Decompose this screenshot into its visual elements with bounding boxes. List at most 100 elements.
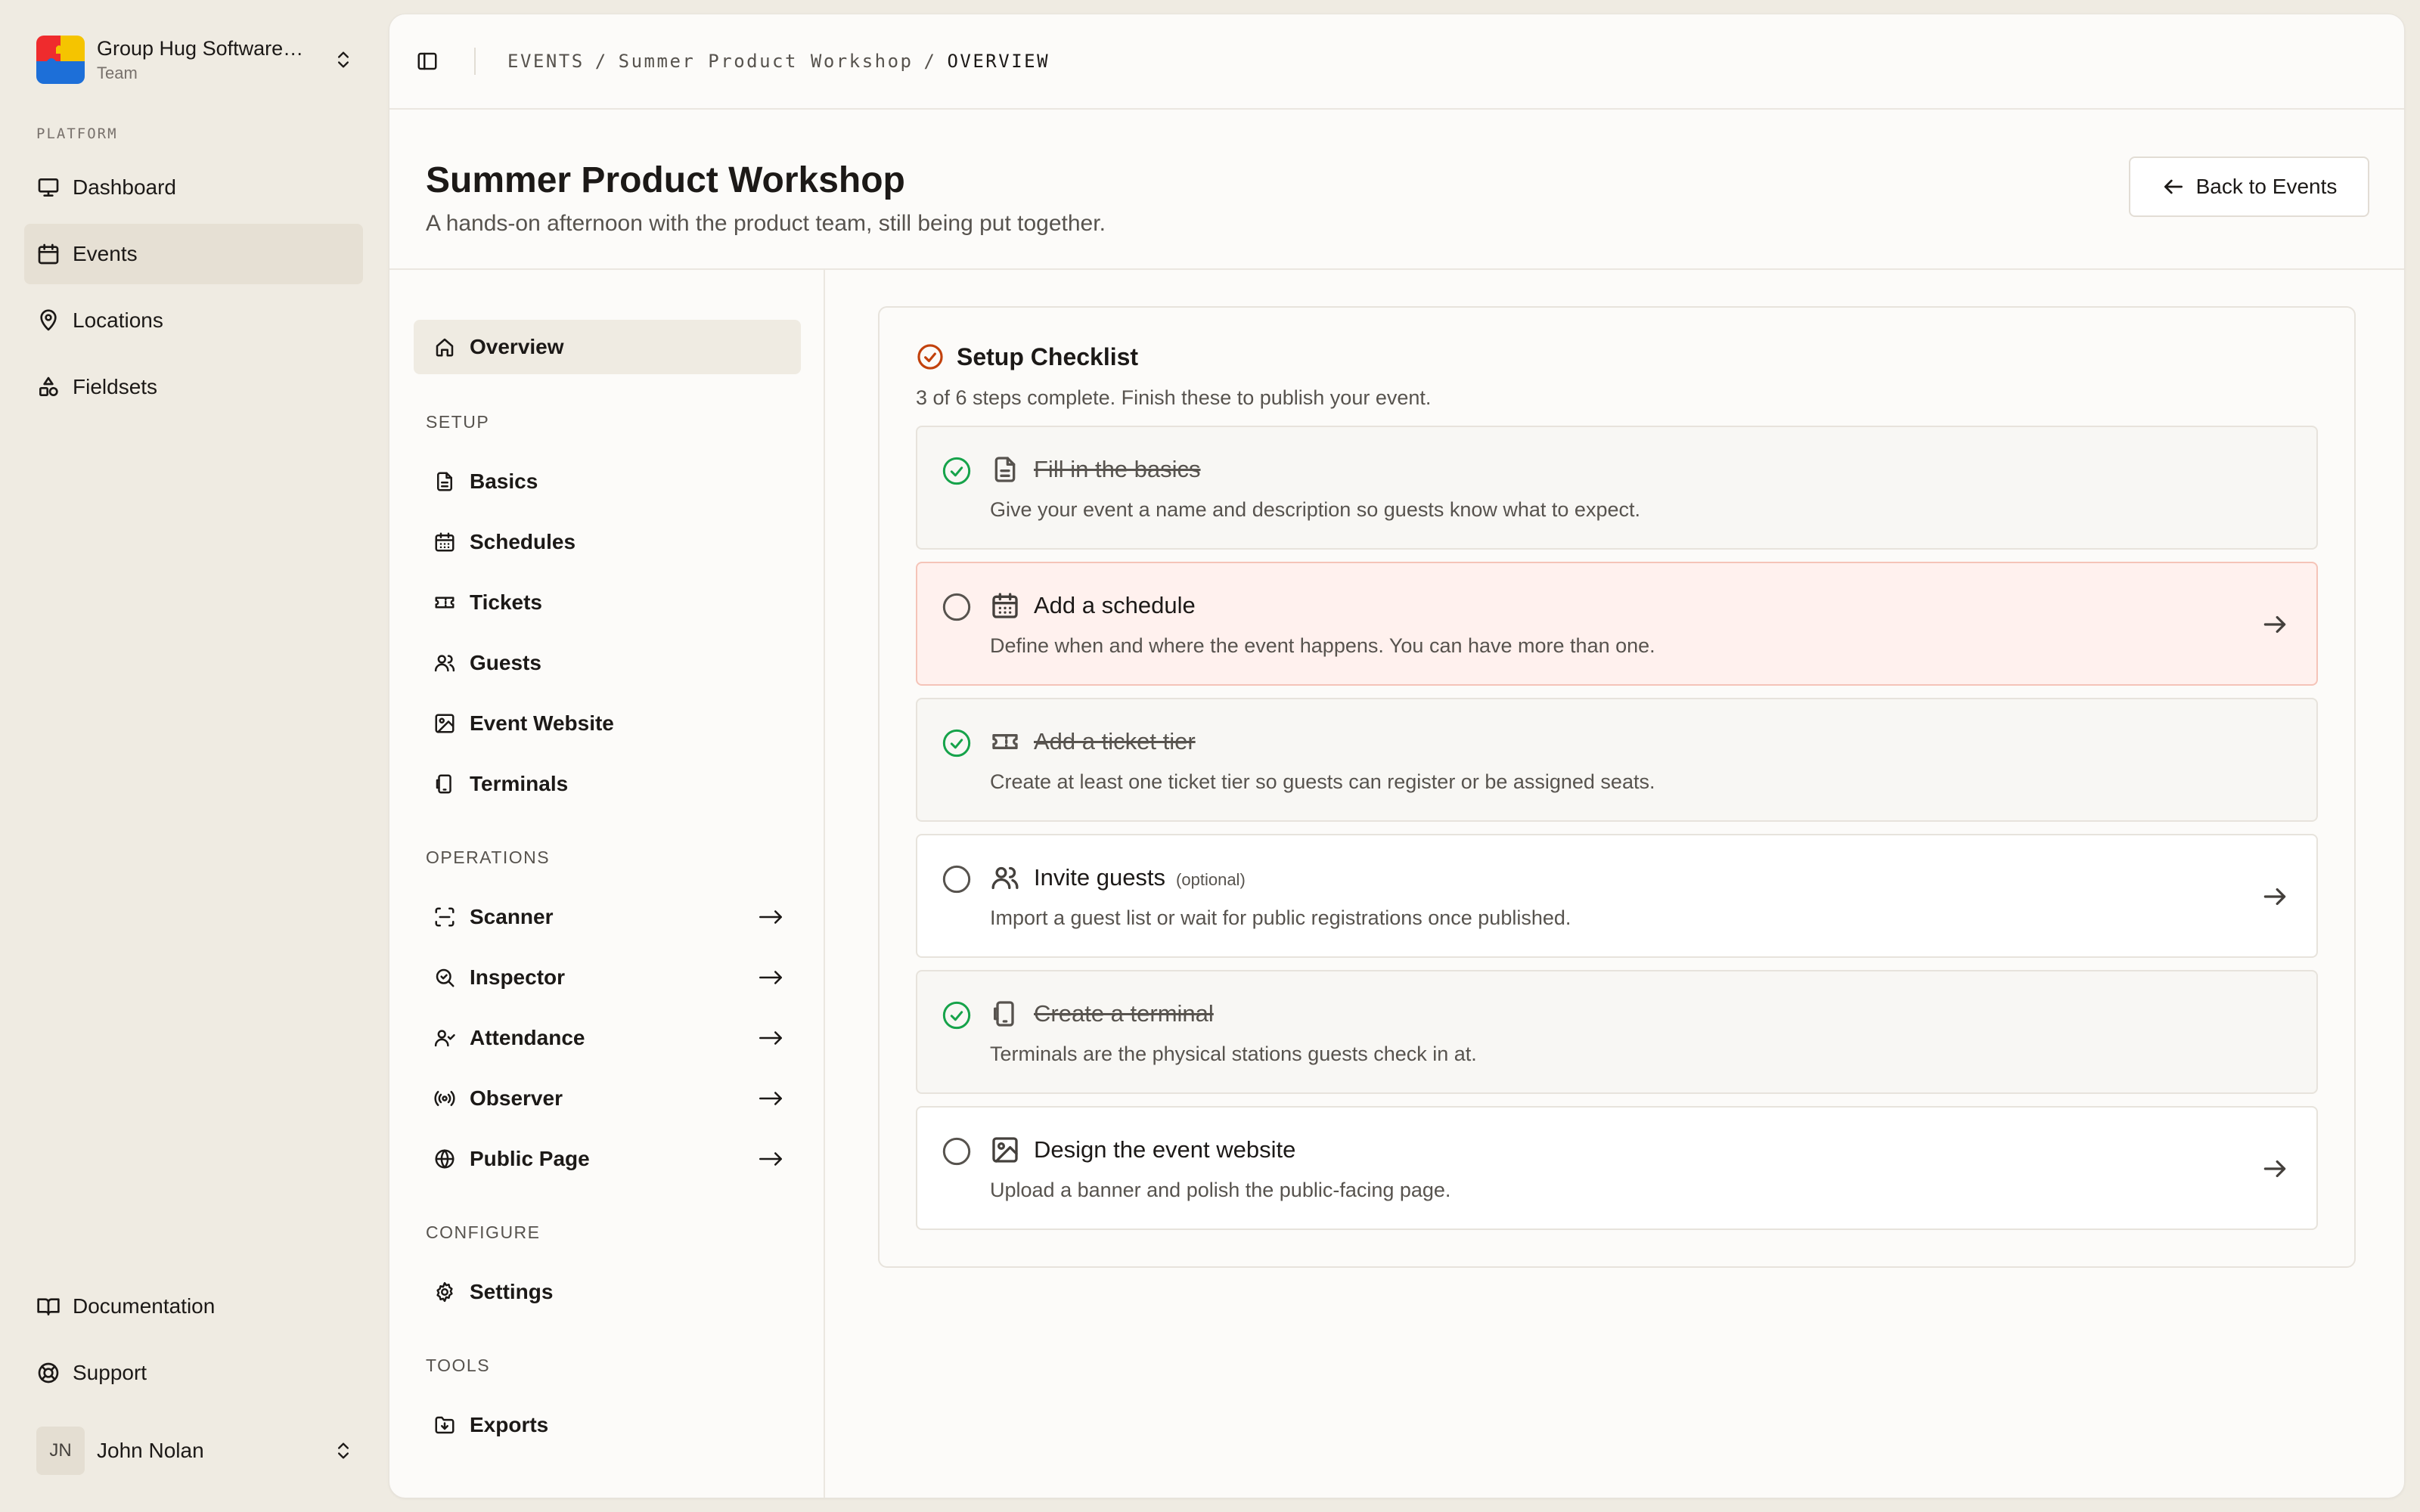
checklist-step-terminal[interactable]: Create a terminal Terminals are the phys…: [916, 970, 2318, 1094]
checklist-step-invite-guests[interactable]: Invite guests (optional) Import a guest l…: [916, 834, 2318, 958]
nav-locations-label: Locations: [73, 308, 163, 332]
step-description: Import a guest list or wait for public r…: [990, 906, 1571, 929]
nav-fieldsets[interactable]: Fieldsets: [24, 357, 363, 417]
image-icon: [992, 1137, 1018, 1163]
checklist-step-basics[interactable]: Fill in the basics Give your event a nam…: [916, 426, 2318, 550]
subnav-observer-label: Observer: [470, 1086, 563, 1110]
subnav-group-configure: CONFIGURE: [426, 1222, 541, 1242]
subnav-terminals-label: Terminals: [470, 772, 569, 795]
nav-events[interactable]: Events: [24, 224, 363, 284]
subnav-tickets[interactable]: Tickets: [414, 575, 801, 630]
subnav-schedules[interactable]: Schedules: [414, 515, 801, 569]
nav-support[interactable]: Support: [24, 1343, 363, 1403]
search-check-icon: [436, 968, 455, 987]
step-title-text: Design the event website: [1034, 1136, 1296, 1163]
subnav-overview-label: Overview: [470, 335, 564, 358]
user-menu[interactable]: JN John Nolan: [36, 1426, 354, 1476]
book-icon: [37, 1298, 60, 1315]
terminal-device-icon: [436, 774, 451, 794]
team-switcher[interactable]: Group Hug Software… Team: [36, 35, 354, 85]
back-to-events-button[interactable]: Back to Events: [2129, 156, 2369, 217]
subnav-event-website-label: Event Website: [470, 711, 614, 735]
subnav-basics[interactable]: Basics: [414, 454, 801, 509]
subnav-overview[interactable]: Overview: [414, 320, 801, 374]
user-name: John Nolan: [97, 1439, 204, 1462]
subnav-observer[interactable]: Observer: [414, 1071, 801, 1126]
globe-icon: [435, 1149, 455, 1169]
main-panel: EVENTS / Summer Product Workshop / OVERV…: [389, 14, 2405, 1498]
arrow-right-icon: [759, 1152, 782, 1166]
users-icon: [434, 655, 455, 672]
step-title: Add a schedule: [1034, 592, 1196, 619]
step-description: Terminals are the physical stations gues…: [990, 1043, 1477, 1065]
panel-left-icon: [417, 52, 437, 70]
chevrons-up-down-icon: [338, 51, 349, 68]
arrow-right-icon: [759, 971, 782, 984]
breadcrumb-event[interactable]: Summer Product Workshop: [619, 51, 914, 72]
ticket-icon: [435, 596, 455, 609]
step-title: Design the event website: [1034, 1136, 1295, 1163]
step-title-text: Create a terminal: [1034, 1000, 1214, 1027]
empty-circle-icon: [942, 593, 971, 621]
check-circle-icon: [942, 1001, 971, 1030]
step-title-text: Add a schedule: [1034, 592, 1196, 618]
user-check-icon: [434, 1030, 455, 1047]
step-title: Fill in the basics: [1034, 456, 1201, 483]
ticket-icon: [992, 734, 1018, 749]
subnav-attendance[interactable]: Attendance: [414, 1011, 801, 1065]
subnav-schedules-label: Schedules: [470, 530, 576, 553]
event-subnav: Overview SETUP Basics Schedules Tickets …: [389, 270, 825, 1498]
subnav-inspector-label: Inspector: [470, 965, 566, 989]
subnav-exports[interactable]: Exports: [414, 1398, 801, 1452]
step-description: Give your event a name and description s…: [990, 498, 1640, 521]
monitor-icon: [38, 178, 59, 197]
folder-download-icon: [435, 1416, 455, 1434]
back-to-events-label: Back to Events: [2195, 175, 2338, 198]
subnav-settings[interactable]: Settings: [414, 1265, 801, 1319]
platform-label: PLATFORM: [36, 125, 118, 142]
sidebar-toggle-button[interactable]: [414, 48, 441, 75]
subnav-scanner[interactable]: Scanner: [414, 890, 801, 944]
users-icon: [991, 866, 1019, 889]
step-title-text: Add a ticket tier: [1034, 728, 1196, 754]
step-description: Upload a banner and polish the public-fa…: [990, 1179, 1451, 1201]
setup-checklist-card: Setup Checklist 3 of 6 steps complete. F…: [878, 306, 2356, 1268]
topbar: EVENTS / Summer Product Workshop / OVERV…: [389, 14, 2404, 110]
arrow-right-icon: [759, 910, 782, 924]
divider: [474, 48, 476, 75]
arrow-right-icon: [759, 1031, 782, 1045]
calendar-days-icon: [992, 593, 1018, 618]
nav-fieldsets-label: Fieldsets: [73, 375, 158, 398]
gear-icon: [436, 1281, 453, 1303]
subnav-guests[interactable]: Guests: [414, 636, 801, 690]
nav-dashboard[interactable]: Dashboard: [24, 157, 363, 218]
arrow-right-icon: [2263, 888, 2286, 906]
nav-documentation[interactable]: Documentation: [24, 1276, 363, 1337]
arrow-right-icon: [2263, 615, 2286, 634]
subnav-event-website[interactable]: Event Website: [414, 696, 801, 751]
breadcrumb-events[interactable]: EVENTS: [507, 51, 585, 72]
step-description: Define when and where the event happens.…: [990, 634, 1655, 657]
subnav-inspector[interactable]: Inspector: [414, 950, 801, 1005]
subnav-guests-label: Guests: [470, 651, 541, 674]
checklist-step-ticket-tier[interactable]: Add a ticket tier Create at least one ti…: [916, 698, 2318, 822]
step-title-text: Invite guests: [1034, 864, 1166, 891]
nav-locations[interactable]: Locations: [24, 290, 363, 351]
checklist-step-schedule[interactable]: Add a schedule Define when and where the…: [916, 562, 2318, 686]
subnav-public-page-label: Public Page: [470, 1147, 590, 1170]
page-title: Summer Product Workshop: [426, 160, 905, 200]
breadcrumb-separator: /: [923, 51, 937, 72]
empty-circle-icon: [942, 1137, 971, 1166]
nav-dashboard-label: Dashboard: [73, 175, 176, 199]
subnav-attendance-label: Attendance: [470, 1026, 585, 1049]
subnav-public-page[interactable]: Public Page: [414, 1132, 801, 1186]
page-subtitle: A hands-on afternoon with the product te…: [426, 211, 1106, 236]
optional-tag: (optional): [1176, 870, 1246, 889]
subnav-scanner-label: Scanner: [470, 905, 554, 928]
checklist-step-website[interactable]: Design the event website Upload a banner…: [916, 1106, 2318, 1230]
subnav-terminals[interactable]: Terminals: [414, 757, 801, 811]
nav-events-label: Events: [73, 242, 138, 265]
empty-circle-icon: [942, 865, 971, 894]
file-text-icon: [437, 472, 452, 491]
check-circle-icon: [942, 729, 971, 758]
